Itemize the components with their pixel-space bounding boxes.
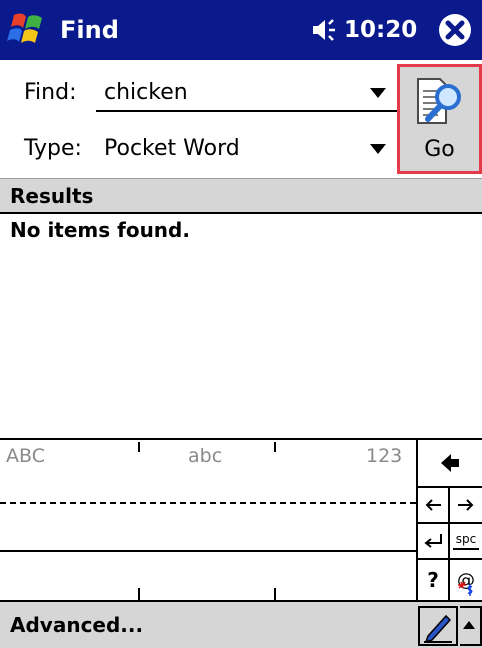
title-bar: Find 10:20 — [0, 0, 482, 60]
question-key[interactable]: ? — [418, 560, 448, 600]
mode-label-upper: ABC — [6, 445, 45, 467]
input-panel: ABC abc 123 spc ? @ — [0, 438, 482, 600]
left-arrow-icon — [425, 499, 441, 511]
pen-icon — [424, 614, 452, 644]
find-underline — [96, 110, 398, 112]
tick — [138, 442, 140, 452]
results-title: Results — [10, 184, 94, 208]
mode-label-numbers: 123 — [366, 445, 403, 467]
left-arrow-key[interactable] — [418, 488, 448, 522]
windows-flag-icon[interactable] — [6, 9, 48, 51]
clock[interactable]: 10:20 — [344, 14, 417, 46]
tick — [274, 442, 276, 452]
chevron-down-icon[interactable] — [370, 144, 386, 154]
space-key[interactable]: spc — [450, 524, 482, 558]
find-input[interactable]: chicken — [104, 78, 188, 108]
results-divider — [0, 212, 482, 214]
results-header: Results — [0, 178, 482, 212]
baseline-dashed — [0, 502, 416, 504]
space-key-label: spc — [455, 532, 477, 546]
space-underline — [453, 548, 479, 550]
type-label: Type: — [24, 136, 82, 161]
bottom-bar: Advanced... — [0, 600, 482, 648]
tick — [138, 588, 140, 600]
chevron-down-icon[interactable] — [370, 88, 386, 98]
right-arrow-key[interactable] — [450, 488, 482, 522]
right-arrow-icon — [458, 499, 474, 511]
input-panel-toggle[interactable] — [460, 606, 482, 646]
app-title: Find — [60, 16, 119, 44]
close-icon[interactable] — [438, 13, 472, 47]
mode-label-lower: abc — [188, 445, 223, 467]
symbols-icon — [458, 581, 473, 596]
advanced-menu[interactable]: Advanced... — [10, 611, 143, 639]
enter-key[interactable] — [418, 524, 448, 558]
go-label: Go — [424, 137, 455, 162]
up-arrow-icon — [463, 621, 475, 629]
type-select[interactable]: Pocket Word — [104, 134, 240, 164]
document-magnifier-icon — [417, 78, 461, 124]
go-button[interactable]: Go — [397, 64, 482, 174]
input-method-button[interactable] — [418, 606, 458, 646]
symbols-key[interactable]: @ — [450, 560, 482, 600]
speaker-icon[interactable] — [310, 15, 340, 45]
tick — [274, 588, 276, 600]
results-message: No items found. — [10, 218, 190, 242]
enter-icon — [424, 534, 442, 548]
backspace-icon — [441, 454, 459, 472]
baseline-solid — [0, 550, 416, 552]
question-key-label: ? — [427, 568, 439, 592]
backspace-key[interactable] — [418, 440, 482, 486]
find-label: Find: — [24, 80, 77, 105]
key-pad: spc ? @ — [418, 440, 482, 600]
handwriting-area[interactable]: ABC abc 123 — [0, 440, 418, 600]
